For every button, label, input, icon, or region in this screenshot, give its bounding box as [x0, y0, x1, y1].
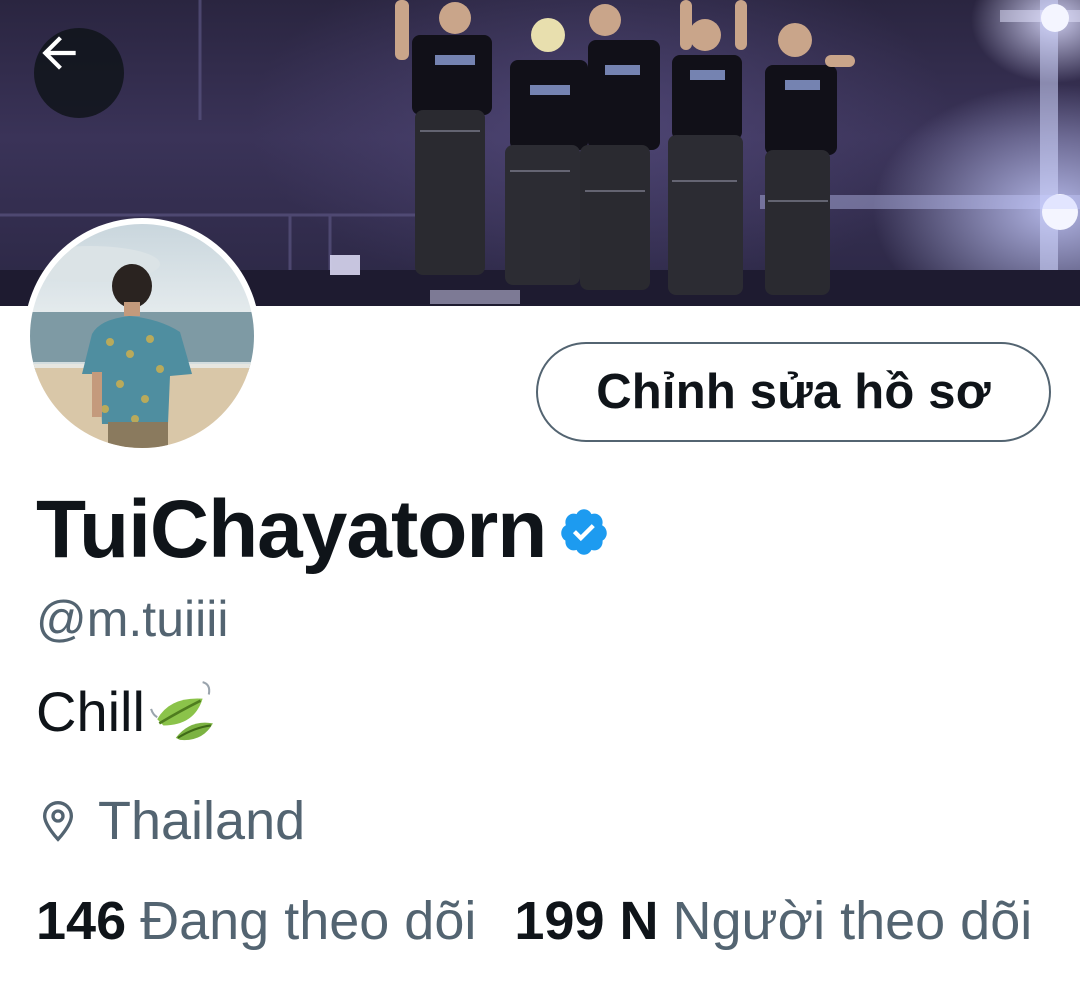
following-count: 146	[36, 891, 127, 951]
follow-stats: 146 Đang theo dõi 199 N Người theo dõi	[36, 890, 1070, 952]
name-row: TuiChayatorn	[36, 484, 610, 576]
arrow-left-icon	[42, 36, 76, 70]
bio-text: Chill	[36, 679, 145, 743]
profile-avatar[interactable]	[24, 218, 260, 454]
location-text: Thailand	[98, 791, 306, 851]
avatar-beach-photo	[30, 224, 254, 448]
followers-stat-link[interactable]: 199 N Người theo dõi	[514, 890, 1032, 952]
profile-location: Thailand	[38, 790, 305, 852]
location-pin-icon	[42, 800, 74, 842]
following-stat-link[interactable]: 146 Đang theo dõi	[36, 890, 476, 952]
back-button[interactable]	[34, 28, 124, 118]
profile-bio: Chill	[36, 678, 215, 744]
profile-page: Chỉnh sửa hồ sơ TuiChayatorn @m.tuiiii C…	[0, 0, 1080, 982]
followers-count: 199 N	[514, 891, 659, 951]
display-name: TuiChayatorn	[36, 484, 547, 575]
verified-badge-icon[interactable]	[558, 506, 610, 558]
edit-profile-button[interactable]: Chỉnh sửa hồ sơ	[536, 342, 1051, 442]
following-label: Đang theo dõi	[140, 891, 477, 951]
leaf-emoji-icon	[150, 681, 213, 741]
followers-label: Người theo dõi	[672, 891, 1033, 951]
username-handle: @m.tuiiii	[36, 591, 229, 647]
